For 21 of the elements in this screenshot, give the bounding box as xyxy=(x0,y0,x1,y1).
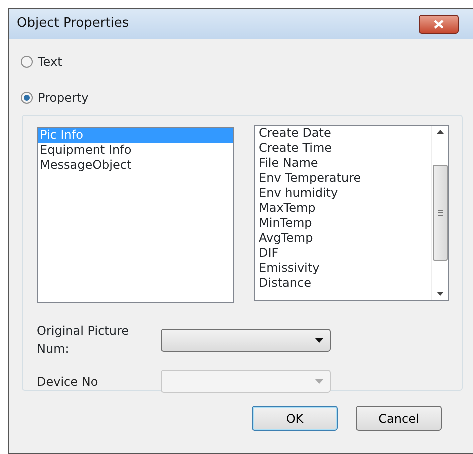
list-item[interactable]: MessageObject xyxy=(38,158,233,173)
list-item[interactable]: DIF xyxy=(255,246,431,261)
field-label: Device No xyxy=(37,374,100,390)
radio-label[interactable]: Property xyxy=(38,89,89,107)
list-item[interactable]: Create Date xyxy=(255,126,431,141)
list-item[interactable]: Create Time xyxy=(255,141,431,156)
list-item[interactable]: Emissivity xyxy=(255,261,431,276)
list-item[interactable]: MaxTemp xyxy=(255,201,431,216)
list-item[interactable]: Env Temperature xyxy=(255,171,431,186)
list-item[interactable]: Distance xyxy=(255,276,431,291)
list-item[interactable]: File Name xyxy=(255,156,431,171)
list-item[interactable]: MinTemp xyxy=(255,216,431,231)
field-label: Original Picture Num: xyxy=(37,323,130,358)
category-list[interactable]: Pic Info Equipment Info MessageObject xyxy=(37,127,234,303)
dialog-button[interactable]: Cancel xyxy=(356,406,442,431)
list-item[interactable]: Equipment Info xyxy=(38,143,233,158)
window-title: Object Properties xyxy=(17,15,130,34)
radio-label[interactable]: Text xyxy=(38,53,62,71)
dialog-button[interactable]: OK xyxy=(252,406,338,431)
list-item[interactable]: Env humidity xyxy=(255,186,431,201)
list-item[interactable]: AvgTemp xyxy=(255,231,431,246)
